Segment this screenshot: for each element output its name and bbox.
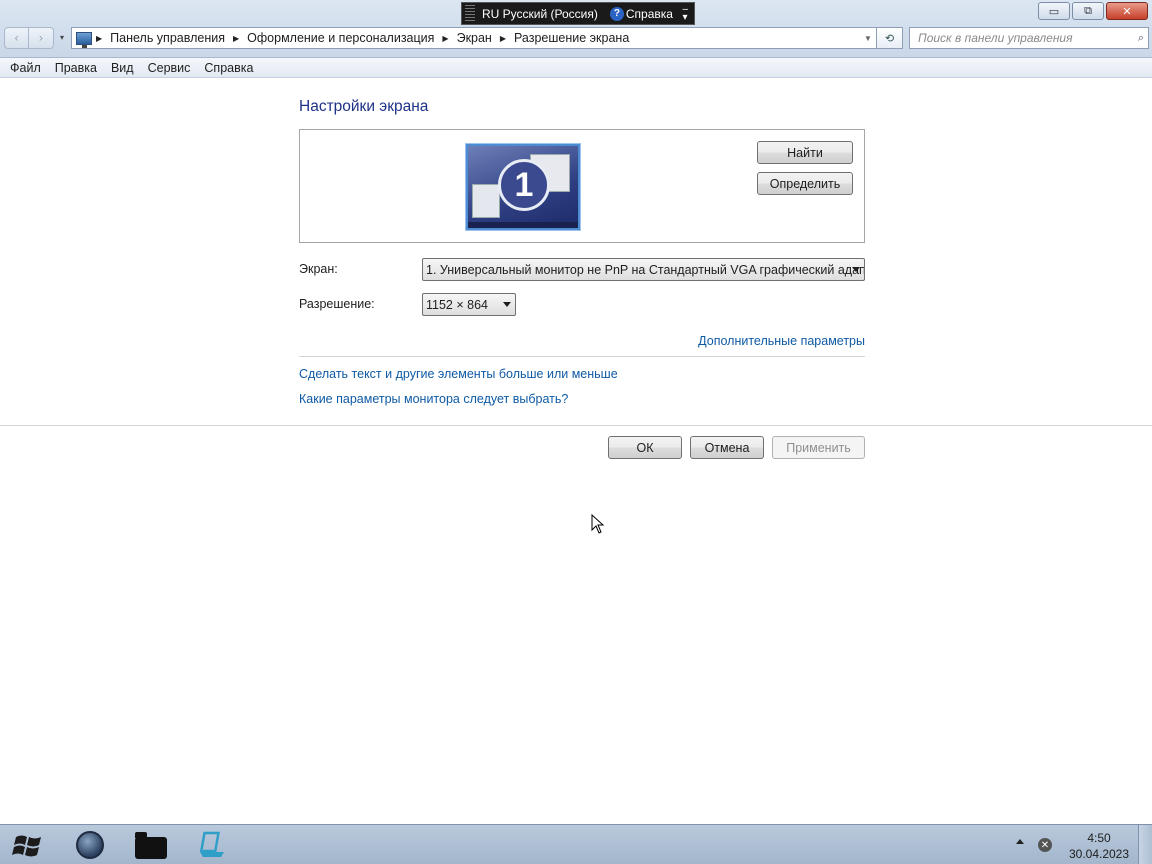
restore-button[interactable]: ⧉ xyxy=(1072,2,1104,20)
text-size-link[interactable]: Сделать текст и другие элементы больше и… xyxy=(299,367,618,381)
network-icon xyxy=(199,831,224,857)
navigation-buttons: ‹ › xyxy=(4,27,54,49)
resolution-select-value[interactable]: 1152 × 864 xyxy=(426,298,488,312)
monitor-help-link[interactable]: Какие параметры монитора следует выбрать… xyxy=(299,392,568,406)
folder-icon xyxy=(135,832,167,859)
mouse-cursor-icon xyxy=(591,514,605,534)
explorer-taskbar-button[interactable] xyxy=(131,829,171,861)
window-chrome: RU Русский (Россия) ? Справка – ▾ ▭ ⧉ ✕ ‹… xyxy=(0,0,1152,58)
recent-pages-chevron-icon[interactable]: ▾ xyxy=(60,33,64,42)
ok-button[interactable]: ОК xyxy=(608,436,682,459)
monitor-1-icon[interactable]: 1 xyxy=(466,144,580,230)
menu-bar: Файл Правка Вид Сервис Справка xyxy=(0,58,1152,78)
cancel-button[interactable]: Отмена xyxy=(690,436,764,459)
help-icon[interactable]: ? xyxy=(609,6,624,21)
system-clock[interactable]: 4:50 30.04.2023 xyxy=(1062,830,1136,862)
screen-select-value[interactable]: 1. Универсальный монитор не PnP на Станд… xyxy=(426,263,864,277)
language-bar[interactable]: RU Русский (Россия) ? Справка – ▾ xyxy=(461,2,695,25)
identify-button[interactable]: Определить xyxy=(757,172,853,195)
search-placeholder[interactable]: Поиск в панели управления xyxy=(918,31,1073,45)
page-title: Настройки экрана xyxy=(299,98,429,115)
windows-start-icon[interactable] xyxy=(8,831,48,861)
chevron-down-icon[interactable] xyxy=(852,267,860,272)
langbar-help-label[interactable]: Справка xyxy=(626,7,673,21)
show-desktop-button[interactable] xyxy=(1138,825,1152,864)
menu-help[interactable]: Справка xyxy=(197,61,260,75)
screen-select[interactable]: 1. Универсальный монитор не PnP на Станд… xyxy=(422,258,865,281)
chevron-right-icon[interactable]: ▶ xyxy=(92,34,106,43)
breadcrumb-display[interactable]: Экран xyxy=(453,31,496,45)
network-taskbar-button[interactable] xyxy=(192,829,232,861)
browser-taskbar-button[interactable] xyxy=(70,829,110,861)
monitor-arrangement-panel: 1 Найти Определить xyxy=(299,129,865,243)
chevron-down-icon[interactable] xyxy=(503,302,511,307)
langbar-options-icon[interactable]: – ▾ xyxy=(682,4,688,22)
screen-label: Экран: xyxy=(299,262,338,276)
menu-tools[interactable]: Сервис xyxy=(141,61,198,75)
divider xyxy=(299,356,865,357)
advanced-settings-link[interactable]: Дополнительные параметры xyxy=(698,334,865,348)
show-hidden-icons-icon[interactable] xyxy=(1016,839,1024,844)
forward-button[interactable]: › xyxy=(29,27,54,49)
taskbar-thumbnail xyxy=(468,222,578,228)
menu-file[interactable]: Файл xyxy=(3,61,48,75)
language-label[interactable]: RU Русский (Россия) xyxy=(482,7,598,21)
window-thumbnail xyxy=(472,184,500,218)
window-controls: ▭ ⧉ ✕ xyxy=(1036,2,1148,20)
apply-button[interactable]: Применить xyxy=(772,436,865,459)
minimize-button[interactable]: ▭ xyxy=(1038,2,1070,20)
clock-time[interactable]: 4:50 xyxy=(1062,830,1136,846)
refresh-button[interactable]: ⟲ xyxy=(877,27,903,49)
menu-view[interactable]: Вид xyxy=(104,61,141,75)
chevron-right-icon[interactable]: ▶ xyxy=(438,34,452,43)
footer-divider xyxy=(0,425,1152,426)
address-bar[interactable]: ▶ Панель управления ▶ Оформление и персо… xyxy=(71,27,877,49)
chevron-right-icon[interactable]: ▶ xyxy=(496,34,510,43)
breadcrumb-appearance[interactable]: Оформление и персонализация xyxy=(243,31,438,45)
breadcrumb-resolution[interactable]: Разрешение экрана xyxy=(510,31,633,45)
control-panel-icon xyxy=(76,31,92,48)
taskbar: ✕ 4:50 30.04.2023 xyxy=(0,824,1152,864)
search-icon[interactable]: ⌕ xyxy=(1138,32,1144,45)
resolution-label: Разрешение: xyxy=(299,297,375,311)
monitor-number: 1 xyxy=(498,159,550,211)
back-button[interactable]: ‹ xyxy=(4,27,29,49)
globe-icon xyxy=(76,831,104,859)
address-dropdown-icon[interactable]: ▼ xyxy=(860,34,876,43)
search-input[interactable]: Поиск в панели управления ⌕ xyxy=(909,27,1149,49)
detect-button[interactable]: Найти xyxy=(757,141,853,164)
resolution-select[interactable]: 1152 × 864 xyxy=(422,293,516,316)
close-button[interactable]: ✕ xyxy=(1106,2,1148,20)
grip-icon[interactable] xyxy=(465,5,475,22)
breadcrumb-control-panel[interactable]: Панель управления xyxy=(106,31,229,45)
chevron-right-icon[interactable]: ▶ xyxy=(229,34,243,43)
menu-edit[interactable]: Правка xyxy=(48,61,104,75)
clock-date[interactable]: 30.04.2023 xyxy=(1062,846,1136,862)
network-error-icon[interactable]: ✕ xyxy=(1038,838,1052,852)
